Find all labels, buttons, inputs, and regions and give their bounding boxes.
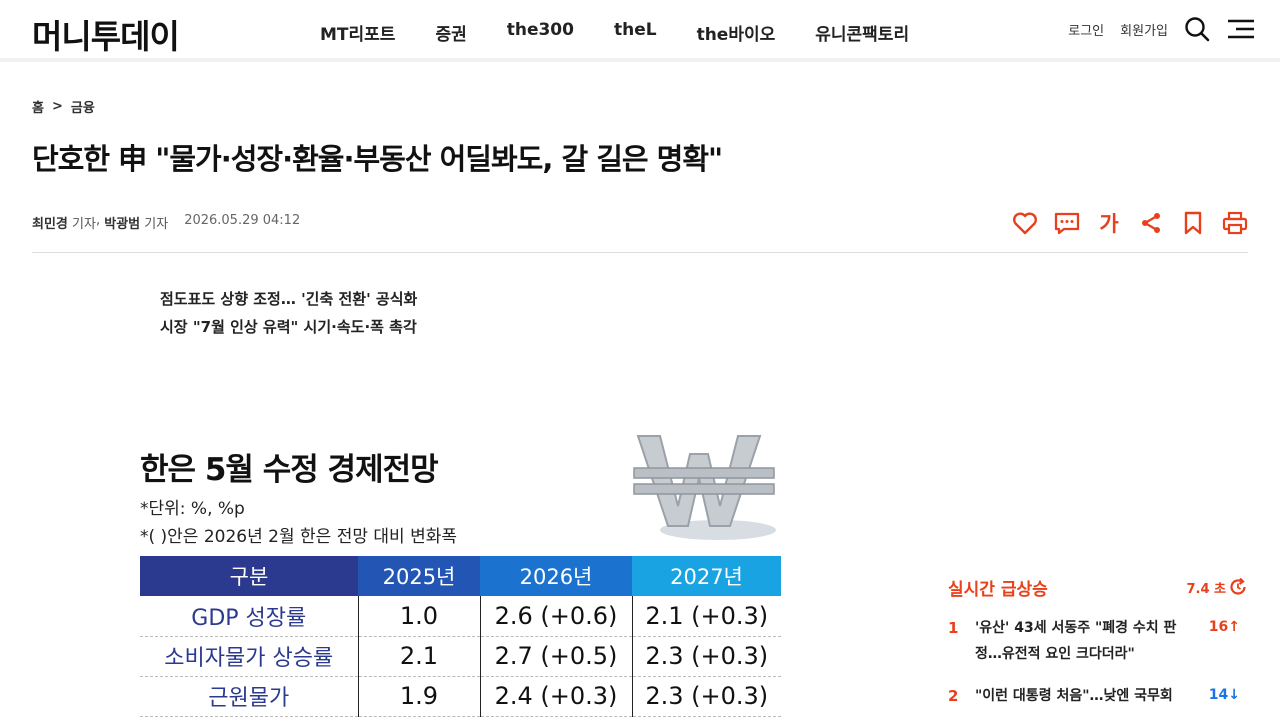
breadcrumb-home[interactable]: 홈: [32, 97, 44, 116]
column-header: 2026년: [480, 556, 632, 596]
trending-headline[interactable]: "이런 대통령 처음"…낮엔 국무회: [975, 683, 1190, 709]
breadcrumb: 홈 > 금융: [32, 97, 95, 116]
reporter-1[interactable]: 최민경 기자: [32, 213, 96, 232]
table-cell: 1.9: [357, 676, 480, 717]
infographic-note-change: *( )안은 2026년 2월 한은 전망 대비 변화폭: [140, 527, 457, 547]
trending-headline[interactable]: '유산' 43세 서동주 "폐경 수치 판정…유전적 요인 크다더라": [975, 615, 1190, 667]
breadcrumb-section[interactable]: 금융: [71, 97, 95, 116]
infographic-note-unit: *단위: %, %p: [140, 499, 245, 519]
nav-item-the-bio[interactable]: the바이오: [697, 20, 776, 45]
table-header-row: 구분 2025년 2026년 2027년: [140, 556, 781, 596]
site-header: 머니투데이 MT리포트 증권 the300 theL the바이오 유니콘팩토리…: [0, 0, 1280, 62]
table-cell: 2.3 (+0.3): [631, 636, 781, 677]
rank-change-down: 14↓: [1208, 687, 1240, 703]
table-cell: 2.7 (+0.5): [479, 636, 632, 677]
subhead-line: 시장 "7월 인상 유력" 시기·속도·폭 촉각: [160, 318, 417, 336]
search-icon[interactable]: [1182, 14, 1212, 44]
nav-item-unicorn-factory[interactable]: 유니콘팩토리: [815, 20, 909, 45]
refresh-timer[interactable]: 7.4 초: [1186, 577, 1248, 597]
breadcrumb-separator: >: [51, 99, 63, 114]
table-cell: 2.6 (+0.6): [479, 596, 632, 637]
row-label: 근원물가: [140, 676, 358, 717]
table-row: 근원물가 1.9 2.4 (+0.3) 2.3 (+0.3): [140, 676, 781, 717]
row-label: 소비자물가 상승률: [140, 636, 358, 677]
reporter-role: 기자: [144, 217, 169, 232]
trending-rank: 1: [948, 619, 959, 637]
trending-title: 실시간 급상승: [948, 579, 1048, 600]
signup-link[interactable]: 회원가입: [1120, 20, 1168, 39]
bookmark-icon[interactable]: [1178, 208, 1208, 238]
table-cell: 2.1 (+0.3): [631, 596, 781, 637]
byline-divider: [32, 252, 1248, 253]
nav-item-thel[interactable]: theL: [614, 20, 657, 45]
reporter-role: 기자: [72, 217, 96, 232]
trending-header: 실시간 급상승 7.4 초: [948, 575, 1248, 600]
table-row: 소비자물가 상승률 2.1 2.7 (+0.5) 2.3 (+0.3): [140, 636, 781, 677]
forecast-table: 구분 2025년 2026년 2027년 GDP 성장률 1.0 2.6 (+0…: [140, 556, 781, 717]
article-date: 2026.05.29 04:12: [184, 213, 301, 228]
heart-icon[interactable]: [1010, 208, 1040, 238]
realtime-trending: 실시간 급상승 7.4 초 1 '유산' 43세 서동주 "폐경 수치 판정…유…: [948, 575, 1248, 709]
header-utilities: 로그인 회원가입: [1052, 14, 1256, 44]
article-byline: 최민경 기자, 박광범 기자 2026.05.29 04:12: [32, 213, 300, 232]
article-infographic: 한은 5월 수정 경제전망 *단위: %, %p *( )안은 2026년 2월…: [140, 420, 785, 720]
print-icon[interactable]: [1220, 208, 1250, 238]
login-link[interactable]: 로그인: [1068, 20, 1104, 39]
column-header: 2025년: [358, 556, 480, 596]
main-nav: MT리포트 증권 the300 theL the바이오 유니콘팩토리: [300, 20, 929, 45]
table-cell: 2.4 (+0.3): [479, 676, 632, 717]
trending-rank: 2: [948, 687, 959, 705]
trending-item[interactable]: 1 '유산' 43세 서동주 "폐경 수치 판정…유전적 요인 크다더라" 16…: [948, 619, 1248, 667]
share-icon[interactable]: [1136, 208, 1166, 238]
font-size-button[interactable]: 가: [1094, 208, 1124, 238]
rank-change-up: 16↑: [1208, 619, 1240, 635]
column-header: 2027년: [632, 556, 781, 596]
subhead-line: 점도표도 상향 조정… '긴축 전환' 공식화: [160, 290, 418, 308]
won-symbol-illustration: [630, 426, 780, 546]
site-logo[interactable]: 머니투데이: [32, 10, 180, 58]
nav-item-mt-report[interactable]: MT리포트: [320, 20, 395, 45]
nav-item-stocks[interactable]: 증권: [435, 20, 466, 45]
reporter-name: 박광범: [104, 217, 141, 232]
timer-label: 7.4 초: [1186, 581, 1226, 597]
article-tools: 가: [998, 208, 1250, 238]
table-cell: 2.3 (+0.3): [631, 676, 781, 717]
row-label: GDP 성장률: [140, 596, 358, 637]
infographic-title: 한은 5월 수정 경제전망: [140, 452, 439, 488]
table-cell: 2.1: [357, 636, 480, 677]
trending-item[interactable]: 2 "이런 대통령 처음"…낮엔 국무회 14↓: [948, 687, 1248, 709]
refresh-icon: [1230, 577, 1246, 595]
nav-item-the300[interactable]: the300: [507, 20, 574, 45]
reporter-2[interactable]: 박광범 기자: [104, 213, 168, 232]
column-header: 구분: [140, 556, 358, 596]
reporter-separator: ,: [95, 213, 101, 228]
article-title: 단호한 申 "물가·성장·환율·부동산 어딜봐도, 갈 길은 명확": [32, 142, 723, 176]
reporter-name: 최민경: [32, 217, 68, 232]
comment-icon[interactable]: [1052, 208, 1082, 238]
table-row: GDP 성장률 1.0 2.6 (+0.6) 2.1 (+0.3): [140, 596, 781, 637]
menu-icon[interactable]: [1226, 14, 1256, 44]
article-subheads: 점도표도 상향 조정… '긴축 전환' 공식화 시장 "7월 인상 유력" 시기…: [160, 285, 417, 341]
table-cell: 1.0: [357, 596, 480, 637]
